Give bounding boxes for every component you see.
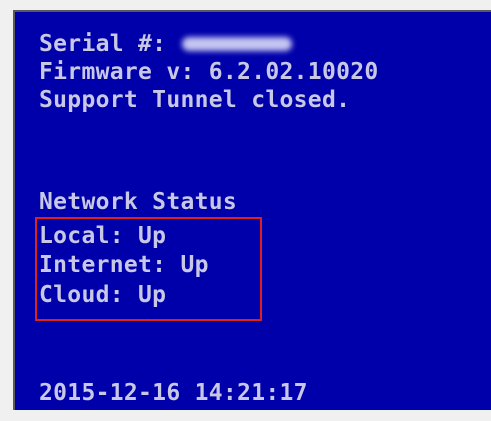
serial-line: Serial #: [39,30,298,58]
internet-status: Internet: Up [39,252,209,278]
cloud-status: Cloud: Up [39,282,167,308]
local-status: Local: Up [39,223,167,249]
datetime: 2015-12-16 14:21:17 [39,380,308,406]
support-tunnel-status: Support Tunnel closed. [39,87,351,113]
console-screen: Serial #: Firmware v: 6.2.02.10020 Suppo… [13,10,491,410]
network-status-heading: Network Status [39,189,238,215]
serial-value-redacted [180,34,298,54]
serial-label: Serial #: [39,31,181,57]
screenshot-frame: Serial #: Firmware v: 6.2.02.10020 Suppo… [0,0,491,421]
redaction-blur [182,37,293,51]
firmware-version: Firmware v: 6.2.02.10020 [39,59,379,85]
